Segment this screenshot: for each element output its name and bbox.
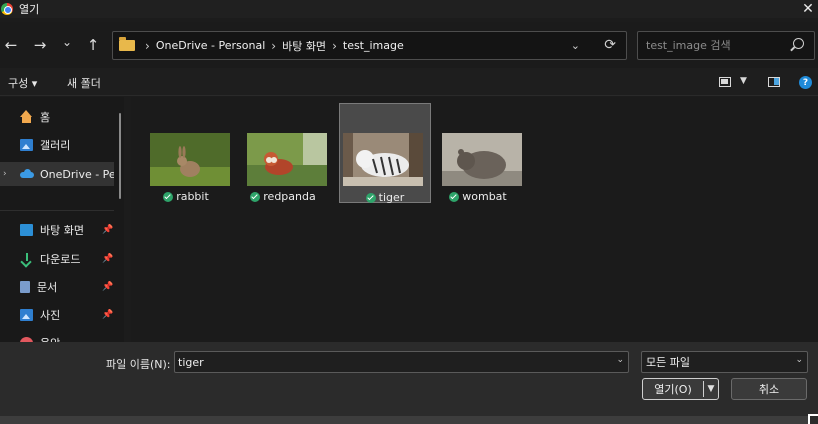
forward-arrow-icon[interactable]: →: [31, 36, 49, 54]
sidebar-item-label: OneDrive - Pers: [40, 167, 114, 181]
window-title: 열기: [19, 3, 40, 16]
desktop-icon: [20, 224, 33, 236]
chevron-down-icon[interactable]: ⌄: [795, 355, 803, 365]
wombat-thumbnail: [442, 133, 522, 186]
file-list: rabbit redpanda tiger wombat: [131, 97, 818, 342]
home-icon: [20, 110, 33, 123]
sidebar-scrollbar[interactable]: [119, 113, 121, 199]
file-item-rabbit[interactable]: rabbit: [140, 103, 232, 203]
synced-check-icon: [365, 192, 376, 203]
sidebar-item-pictures[interactable]: 사진 📌: [0, 303, 114, 327]
sidebar-item-home[interactable]: 홈: [0, 105, 114, 129]
up-arrow-icon[interactable]: ↑: [84, 36, 102, 54]
address-history-chevron-icon[interactable]: ⌄: [571, 39, 580, 52]
chevron-right-icon: ›: [271, 38, 277, 53]
navigation-pane: 홈 갤러리 › OneDrive - Pers 바탕 화면 📌 다운로드 📌 문…: [0, 97, 124, 342]
file-item-redpanda[interactable]: redpanda: [237, 103, 329, 203]
sidebar-item-label: 사진: [40, 309, 61, 322]
pin-icon: 📌: [102, 282, 114, 292]
organize-button[interactable]: 구성 ▾: [8, 75, 37, 91]
filename-value: tiger: [178, 355, 204, 369]
file-item-tiger[interactable]: tiger: [339, 103, 431, 204]
recent-locations-chevron-icon[interactable]: ⌄: [58, 33, 76, 51]
synced-check-icon: [250, 191, 261, 202]
dialog-footer: 파일 이름(N): tiger ⌄ 모든 파일 ⌄ 열기(O) ▼ 취소: [0, 342, 818, 424]
pin-icon: 📌: [102, 254, 114, 264]
breadcrumb-desktop[interactable]: 바탕 화면: [282, 38, 326, 54]
filetype-select[interactable]: 모든 파일 ⌄: [641, 351, 808, 373]
command-toolbar: 구성 ▾ 새 폴더 ▼ ?: [0, 68, 818, 96]
chevron-down-icon[interactable]: ⌄: [616, 355, 624, 365]
file-caption: rabbit: [140, 190, 232, 203]
chevron-right-icon: ›: [145, 38, 150, 53]
navigation-bar: ← → ⌄ ↑ › OneDrive - Personal › 바탕 화면 › …: [0, 22, 818, 68]
sidebar-item-gallery[interactable]: 갤러리: [0, 133, 114, 157]
file-item-wombat[interactable]: wombat: [432, 103, 524, 203]
filename-input[interactable]: tiger ⌄: [174, 351, 629, 373]
help-icon[interactable]: ?: [799, 76, 812, 89]
search-icon[interactable]: [793, 38, 804, 49]
file-caption: wombat: [432, 190, 524, 203]
sidebar-item-desktop[interactable]: 바탕 화면 📌: [0, 218, 114, 242]
file-name: rabbit: [176, 190, 209, 203]
preview-pane-icon[interactable]: [768, 77, 780, 87]
breadcrumb-test-image[interactable]: test_image: [343, 39, 404, 52]
breadcrumb-onedrive[interactable]: OneDrive - Personal: [156, 39, 265, 52]
tiger-thumbnail: [343, 133, 423, 186]
refresh-icon[interactable]: ⟳: [604, 37, 616, 53]
view-mode-icon[interactable]: [719, 77, 731, 87]
open-options-chevron-icon[interactable]: ▼: [704, 384, 718, 394]
filename-label: 파일 이름(N):: [106, 358, 171, 371]
document-icon: [20, 281, 30, 293]
sidebar-item-downloads[interactable]: 다운로드 📌: [0, 247, 114, 271]
resize-grip-icon[interactable]: [808, 414, 818, 424]
pin-icon: 📌: [102, 225, 114, 235]
sidebar-item-label: 문서: [37, 281, 58, 294]
synced-check-icon: [163, 191, 174, 202]
filetype-value: 모든 파일: [646, 356, 690, 369]
back-arrow-icon[interactable]: ←: [2, 36, 20, 54]
new-folder-button[interactable]: 새 폴더: [67, 75, 101, 91]
view-mode-dropdown-icon[interactable]: ▼: [740, 76, 747, 86]
address-bar[interactable]: › OneDrive - Personal › 바탕 화면 › test_ima…: [112, 31, 627, 60]
file-name: tiger: [378, 191, 405, 204]
redpanda-thumbnail: [247, 133, 327, 186]
file-name: wombat: [462, 190, 507, 203]
sidebar-item-onedrive[interactable]: › OneDrive - Pers: [0, 162, 114, 186]
chevron-right-icon: ›: [332, 38, 337, 53]
sidebar-item-label: 음악: [40, 335, 60, 342]
sidebar-item-music[interactable]: 음악: [0, 331, 114, 342]
search-box[interactable]: [637, 31, 815, 60]
expand-chevron-icon[interactable]: ›: [3, 169, 7, 179]
sidebar-item-label: 다운로드: [40, 253, 81, 266]
synced-check-icon: [449, 191, 460, 202]
open-button-label: 열기(O): [654, 383, 692, 396]
file-name: redpanda: [263, 190, 316, 203]
file-caption: tiger: [340, 191, 430, 204]
close-icon[interactable]: ✕: [798, 0, 818, 18]
download-icon: [20, 253, 33, 265]
file-caption: redpanda: [237, 190, 329, 203]
rabbit-thumbnail: [150, 133, 230, 186]
sidebar-item-documents[interactable]: 문서 📌: [0, 275, 114, 299]
pin-icon: 📌: [102, 310, 114, 320]
sidebar-item-label: 갤러리: [40, 139, 71, 152]
onedrive-icon: [20, 168, 34, 180]
folder-icon: [119, 37, 135, 51]
gallery-icon: [20, 139, 33, 151]
search-input[interactable]: [646, 39, 786, 52]
open-button[interactable]: 열기(O) ▼: [642, 378, 719, 400]
cancel-button[interactable]: 취소: [731, 378, 807, 400]
title-bar: 열기 ✕: [0, 0, 818, 18]
status-strip: [0, 416, 808, 424]
chrome-icon: [1, 3, 13, 15]
sidebar-item-label: 홈: [40, 111, 51, 124]
sidebar-item-label: 바탕 화면: [40, 224, 84, 237]
pictures-icon: [20, 309, 33, 321]
sidebar-divider: [0, 210, 114, 211]
